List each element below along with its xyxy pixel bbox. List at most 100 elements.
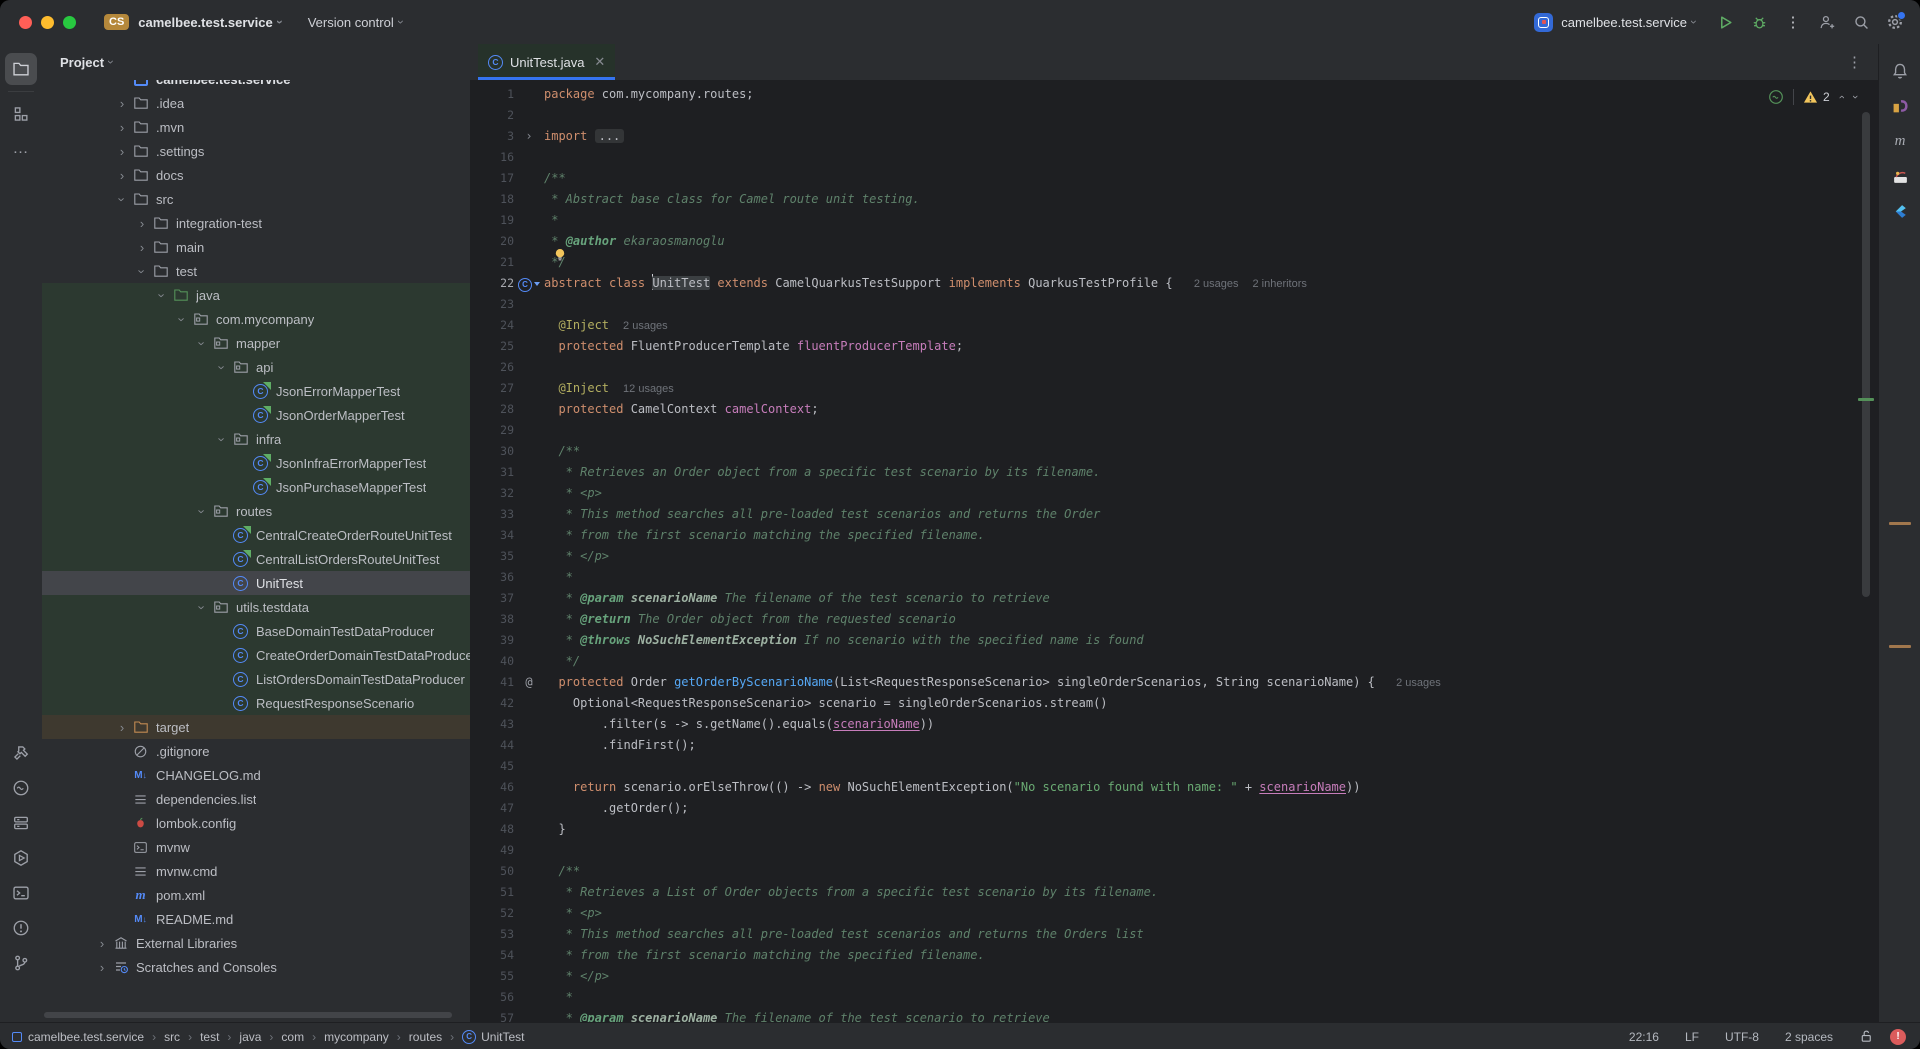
code-line[interactable]: 54 * from the first scenario matching th… bbox=[470, 945, 1878, 966]
fold-marker-icon[interactable]: › bbox=[525, 129, 532, 143]
tree-item-infra[interactable]: ›infra bbox=[42, 427, 470, 451]
code-line[interactable]: 21 */ bbox=[470, 252, 1878, 273]
code-line[interactable]: 49 bbox=[470, 840, 1878, 861]
code-line[interactable]: 55 * </p> bbox=[470, 966, 1878, 987]
code-line[interactable]: 35 * </p> bbox=[470, 546, 1878, 567]
breadcrumb-routes[interactable]: routes bbox=[409, 1030, 442, 1044]
problems-tool-icon[interactable] bbox=[5, 912, 37, 944]
chevron-down-icon[interactable]: › bbox=[135, 261, 150, 281]
chevron-down-icon[interactable]: › bbox=[215, 357, 230, 377]
code-line[interactable]: 41@ protected Order getOrderByScenarioNa… bbox=[470, 672, 1878, 693]
tree-item-com-mycompany[interactable]: ›com.mycompany bbox=[42, 307, 470, 331]
breadcrumb-src[interactable]: src bbox=[164, 1030, 180, 1044]
code-line[interactable]: 50 /** bbox=[470, 861, 1878, 882]
code-line[interactable]: 20 * @author ekaraosmanoglu bbox=[470, 231, 1878, 252]
tree-item-basedomaintestdataproducer[interactable]: CBaseDomainTestDataProducer bbox=[42, 619, 470, 643]
code-line[interactable]: 51 * Retrieves a List of Order objects f… bbox=[470, 882, 1878, 903]
chevron-right-icon[interactable]: › bbox=[112, 144, 132, 159]
tree-item-src[interactable]: ›src bbox=[42, 187, 470, 211]
tree-item-dependencies-list[interactable]: dependencies.list bbox=[42, 787, 470, 811]
code-line[interactable]: 19 * bbox=[470, 210, 1878, 231]
code-line[interactable]: 16 bbox=[470, 147, 1878, 168]
breadcrumb-com[interactable]: com bbox=[281, 1030, 304, 1044]
chevron-right-icon[interactable]: › bbox=[132, 216, 152, 231]
tree-item-scratches-and-consoles[interactable]: ›Scratches and Consoles bbox=[42, 955, 470, 979]
zoom-window-button[interactable] bbox=[63, 16, 76, 29]
chevron-down-icon[interactable]: › bbox=[195, 597, 210, 617]
tree-item-external-libraries[interactable]: ›External Libraries bbox=[42, 931, 470, 955]
tree-item--idea[interactable]: ›.idea bbox=[42, 91, 470, 115]
tree-item-main[interactable]: ›main bbox=[42, 235, 470, 259]
tree-item-readme-md[interactable]: M↓README.md bbox=[42, 907, 470, 931]
code-line[interactable]: 39 * @throws NoSuchElementException If n… bbox=[470, 630, 1878, 651]
inspections-widget[interactable]: 2 › › bbox=[1768, 86, 1857, 108]
tree-item-unittest[interactable]: CUnitTest bbox=[42, 571, 470, 595]
close-tab-icon[interactable]: ✕ bbox=[594, 54, 605, 70]
code-line[interactable]: 3›import ... bbox=[470, 126, 1878, 147]
tree-item-docs[interactable]: ›docs bbox=[42, 163, 470, 187]
chevron-down-icon[interactable]: › bbox=[175, 309, 190, 329]
tree-item-createorderdomaintestdataproducer[interactable]: CCreateOrderDomainTestDataProducer bbox=[42, 643, 470, 667]
git-tool-icon[interactable] bbox=[5, 947, 37, 979]
project-horizontal-scrollbar[interactable] bbox=[44, 1012, 452, 1018]
tree-item-java[interactable]: ›java bbox=[42, 283, 470, 307]
minimize-window-button[interactable] bbox=[41, 16, 54, 29]
code-line[interactable]: 37 * @param scenarioName The filename of… bbox=[470, 588, 1878, 609]
chevron-right-icon[interactable]: › bbox=[112, 120, 132, 135]
code-line[interactable]: 43 .filter(s -> s.getName().equals(scena… bbox=[470, 714, 1878, 735]
folded-imports[interactable]: ... bbox=[595, 129, 625, 143]
chevron-down-icon[interactable]: › bbox=[115, 189, 130, 209]
run-icon[interactable] bbox=[1710, 7, 1740, 37]
code-line[interactable]: 33 * This method searches all pre-loaded… bbox=[470, 504, 1878, 525]
chevron-down-icon[interactable]: › bbox=[195, 501, 210, 521]
project-tool-icon[interactable] bbox=[5, 53, 37, 85]
intention-bulb-icon[interactable] bbox=[552, 247, 568, 263]
code-line[interactable]: 44 .findFirst(); bbox=[470, 735, 1878, 756]
chevron-right-icon[interactable]: › bbox=[112, 168, 132, 183]
tree-item-utils-testdata[interactable]: ›utils.testdata bbox=[42, 595, 470, 619]
tree-item-jsonpurchasemappertest[interactable]: CJsonPurchaseMapperTest bbox=[42, 475, 470, 499]
code-line[interactable]: 26 bbox=[470, 357, 1878, 378]
project-panel-header[interactable]: Project › bbox=[42, 44, 470, 80]
code-line[interactable]: 23 bbox=[470, 294, 1878, 315]
tree-item-mvnw-cmd[interactable]: mvnw.cmd bbox=[42, 859, 470, 883]
status-utf-8[interactable]: UTF-8 bbox=[1725, 1030, 1759, 1044]
search-icon[interactable] bbox=[1846, 7, 1876, 37]
code-line[interactable]: 18 * Abstract base class for Camel route… bbox=[470, 189, 1878, 210]
code-line[interactable]: 27 @Inject12 usages bbox=[470, 378, 1878, 399]
breadcrumb-camelbee-test-service[interactable]: camelbee.test.service bbox=[12, 1030, 144, 1044]
tree-item-integration-test[interactable]: ›integration-test bbox=[42, 211, 470, 235]
code-line[interactable]: 24 @Inject2 usages bbox=[470, 315, 1878, 336]
build-tool-icon[interactable] bbox=[5, 737, 37, 769]
chevron-right-icon[interactable]: › bbox=[92, 960, 112, 975]
endpoints-tool-icon[interactable] bbox=[5, 772, 37, 804]
code-line[interactable]: 2 bbox=[470, 105, 1878, 126]
chevron-right-icon[interactable]: › bbox=[112, 96, 132, 111]
debug-icon[interactable] bbox=[1744, 7, 1774, 37]
blue-plugin-icon[interactable] bbox=[1884, 195, 1916, 227]
code-line[interactable]: 40 */ bbox=[470, 651, 1878, 672]
code-line[interactable]: 32 * <p> bbox=[470, 483, 1878, 504]
chevron-down-icon[interactable]: › bbox=[155, 285, 170, 305]
tree-item-target[interactable]: ›target bbox=[42, 715, 470, 739]
run-tool-icon[interactable] bbox=[5, 842, 37, 874]
chevron-right-icon[interactable]: › bbox=[92, 936, 112, 951]
breadcrumb-java[interactable]: java bbox=[239, 1030, 261, 1044]
code-line[interactable]: 38 * @return The Order object from the r… bbox=[470, 609, 1878, 630]
notifications-bell-icon[interactable] bbox=[1884, 55, 1916, 87]
code-line[interactable]: 22Cabstract class UnitTest extends Camel… bbox=[470, 273, 1878, 294]
tree-item-lombok-config[interactable]: lombok.config bbox=[42, 811, 470, 835]
status-lf[interactable]: LF bbox=[1685, 1030, 1699, 1044]
status-2-spaces[interactable]: 2 spaces bbox=[1785, 1030, 1833, 1044]
unlocked-icon[interactable] bbox=[1859, 1029, 1874, 1044]
code-line[interactable]: 52 * <p> bbox=[470, 903, 1878, 924]
version-control-menu[interactable]: Version control› bbox=[308, 15, 403, 30]
code-line[interactable]: 45 bbox=[470, 756, 1878, 777]
code-line[interactable]: 48 } bbox=[470, 819, 1878, 840]
tree-item--gitignore[interactable]: .gitignore bbox=[42, 739, 470, 763]
status-22-16[interactable]: 22:16 bbox=[1629, 1030, 1659, 1044]
terminal-tool-icon[interactable] bbox=[5, 877, 37, 909]
code-line[interactable]: 47 .getOrder(); bbox=[470, 798, 1878, 819]
code-editor[interactable]: 1package com.mycompany.routes;23›import … bbox=[470, 80, 1878, 1026]
tab-unittest-java[interactable]: C UnitTest.java ✕ bbox=[478, 44, 615, 80]
